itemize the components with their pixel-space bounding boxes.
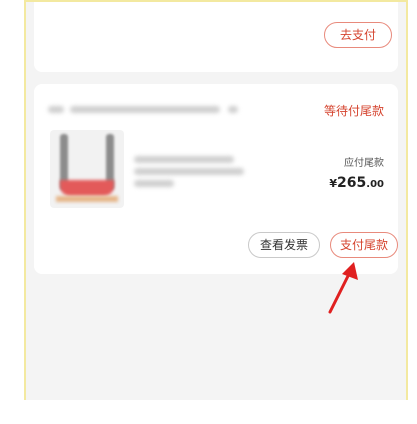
product-thumbnail[interactable]	[50, 130, 124, 208]
order-list-screen: 去支付 等待付尾款 应付尾款 ¥265.00 查看发票 支付尾款	[24, 0, 408, 400]
go-pay-button[interactable]: 去支付	[324, 22, 392, 48]
balance-label: 应付尾款	[344, 158, 384, 169]
amount-decimal: .00	[366, 179, 384, 190]
shop-name-blurred	[48, 104, 248, 118]
balance-amount: ¥265.00	[329, 175, 384, 191]
balance-price: 应付尾款 ¥265.00	[329, 154, 384, 191]
order-card[interactable]: 等待付尾款 应付尾款 ¥265.00 查看发票 支付尾款	[34, 84, 398, 274]
annotation-arrow-icon	[328, 262, 358, 314]
previous-order-card: 去支付	[34, 2, 398, 72]
order-status: 等待付尾款	[323, 104, 384, 118]
pay-balance-button[interactable]: 支付尾款	[330, 232, 398, 258]
view-invoice-button[interactable]: 查看发票	[248, 232, 320, 258]
product-description-blurred	[134, 154, 244, 194]
currency-symbol: ¥	[329, 177, 338, 190]
amount-integer: 265	[337, 175, 367, 191]
screenshot-frame: 去支付 等待付尾款 应付尾款 ¥265.00 查看发票 支付尾款	[0, 0, 417, 424]
